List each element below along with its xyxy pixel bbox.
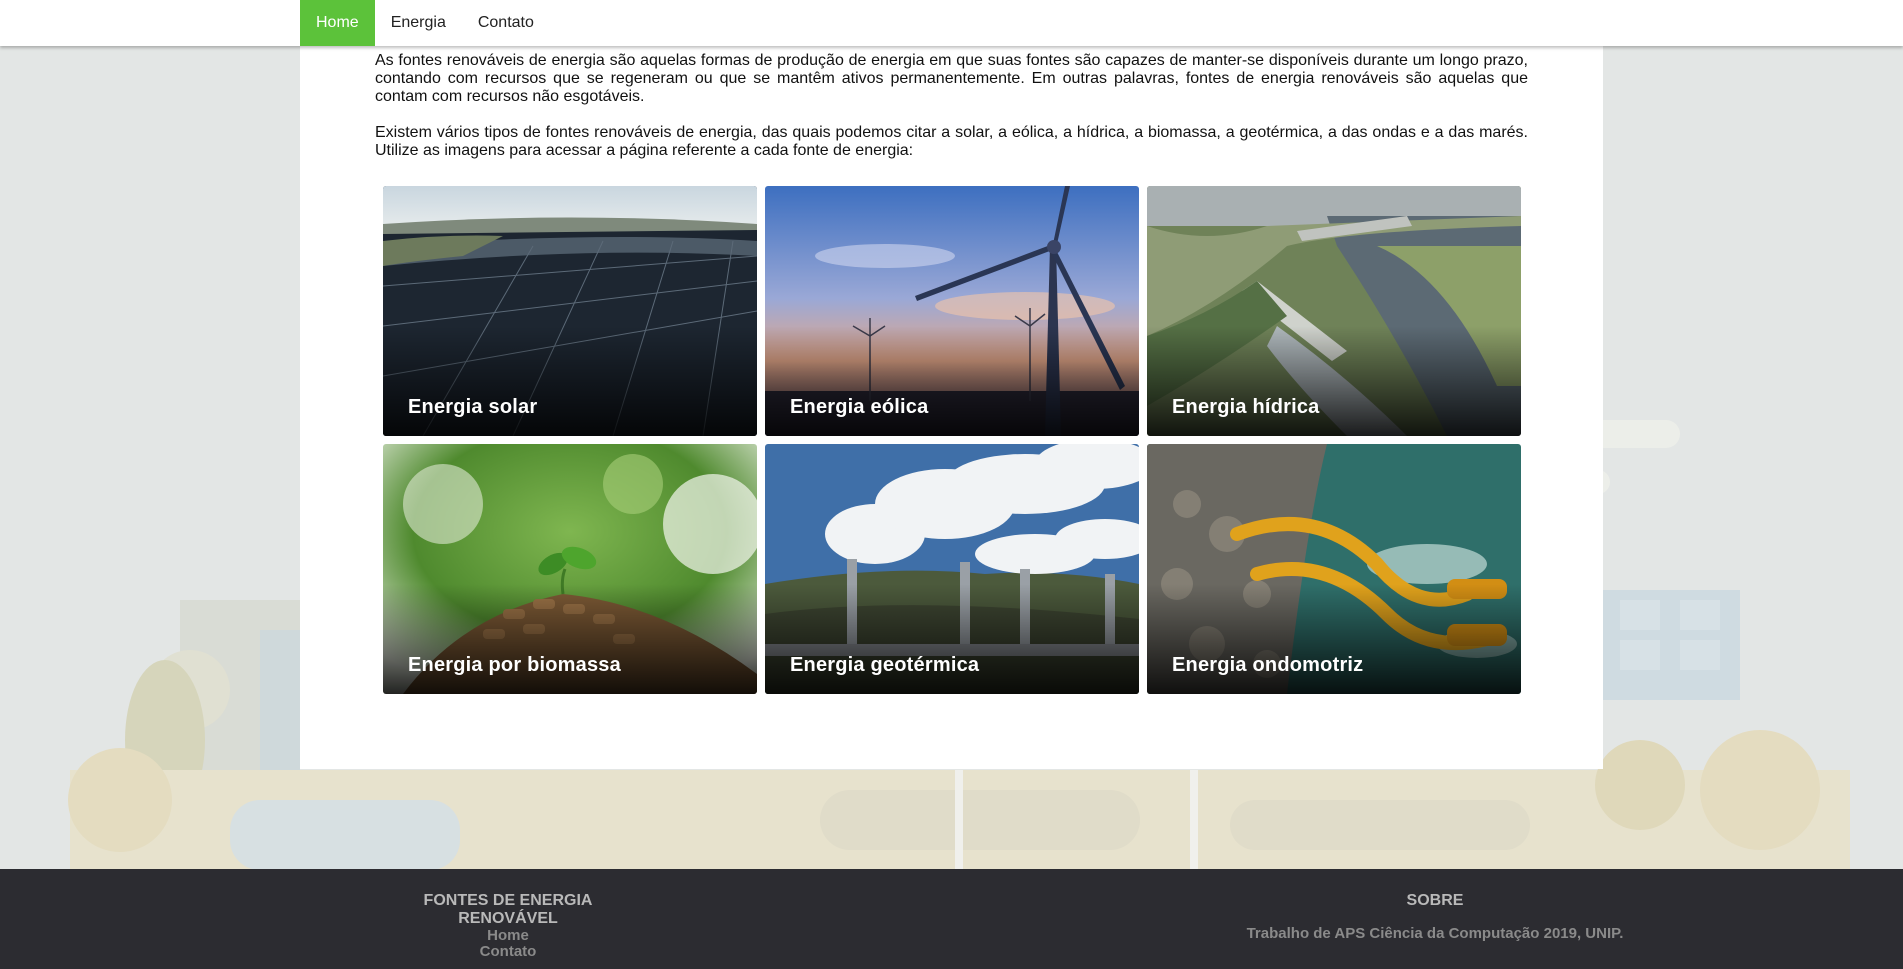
tile-energia-eolica[interactable]: Energia eólica	[765, 186, 1139, 436]
tile-energia-geotermica[interactable]: Energia geotérmica	[765, 444, 1139, 694]
tile-energia-hidrica[interactable]: Energia hídrica	[1147, 186, 1521, 436]
footer: FONTES DE ENERGIA RENOVÁVEL Home Contato…	[0, 869, 1903, 969]
intro-text: As fontes renováveis de energia são aque…	[375, 52, 1528, 178]
footer-link-contato[interactable]: Contato	[372, 944, 644, 960]
tile-energia-solar[interactable]: Energia solar	[383, 186, 757, 436]
footer-about-title: SOBRE	[1406, 892, 1464, 909]
nav-menu: Home Energia Contato	[300, 0, 550, 46]
footer-link-home[interactable]: Home	[372, 928, 644, 944]
tile-shade	[383, 326, 757, 436]
tile-label: Energia hídrica	[1172, 396, 1320, 418]
intro-paragraph-1: As fontes renováveis de energia são aque…	[375, 52, 1528, 105]
tile-shade	[383, 584, 757, 694]
footer-about-column: SOBRE Trabalho de APS Ciência da Computa…	[1180, 892, 1690, 942]
main-content: As fontes renováveis de energia são aque…	[300, 46, 1603, 769]
energy-tiles-grid: Energia solar Energia eólica Energia híd…	[383, 186, 1521, 694]
footer-links-column: FONTES DE ENERGIA RENOVÁVEL Home Contato	[372, 892, 644, 960]
tile-label: Energia por biomassa	[408, 654, 621, 676]
tile-shade	[1147, 326, 1521, 436]
tile-label: Energia eólica	[790, 396, 929, 418]
tile-shade	[765, 584, 1139, 694]
tile-energia-ondomotriz[interactable]: Energia ondomotriz	[1147, 444, 1521, 694]
tile-label: Energia solar	[408, 396, 538, 418]
nav-item-contato[interactable]: Contato	[462, 0, 550, 46]
footer-about-text: Trabalho de APS Ciência da Computação 20…	[1246, 925, 1624, 942]
tile-shade	[1147, 584, 1521, 694]
top-navbar: Home Energia Contato	[0, 0, 1903, 46]
tile-energia-biomassa[interactable]: Energia por biomassa	[383, 444, 757, 694]
nav-item-energia[interactable]: Energia	[375, 0, 462, 46]
footer-site-title: FONTES DE ENERGIA RENOVÁVEL	[423, 892, 593, 927]
tile-shade	[765, 326, 1139, 436]
tile-label: Energia geotérmica	[790, 654, 980, 676]
intro-paragraph-2: Existem vários tipos de fontes renovávei…	[375, 124, 1528, 159]
tile-label: Energia ondomotriz	[1172, 654, 1364, 676]
nav-item-home[interactable]: Home	[300, 0, 375, 46]
